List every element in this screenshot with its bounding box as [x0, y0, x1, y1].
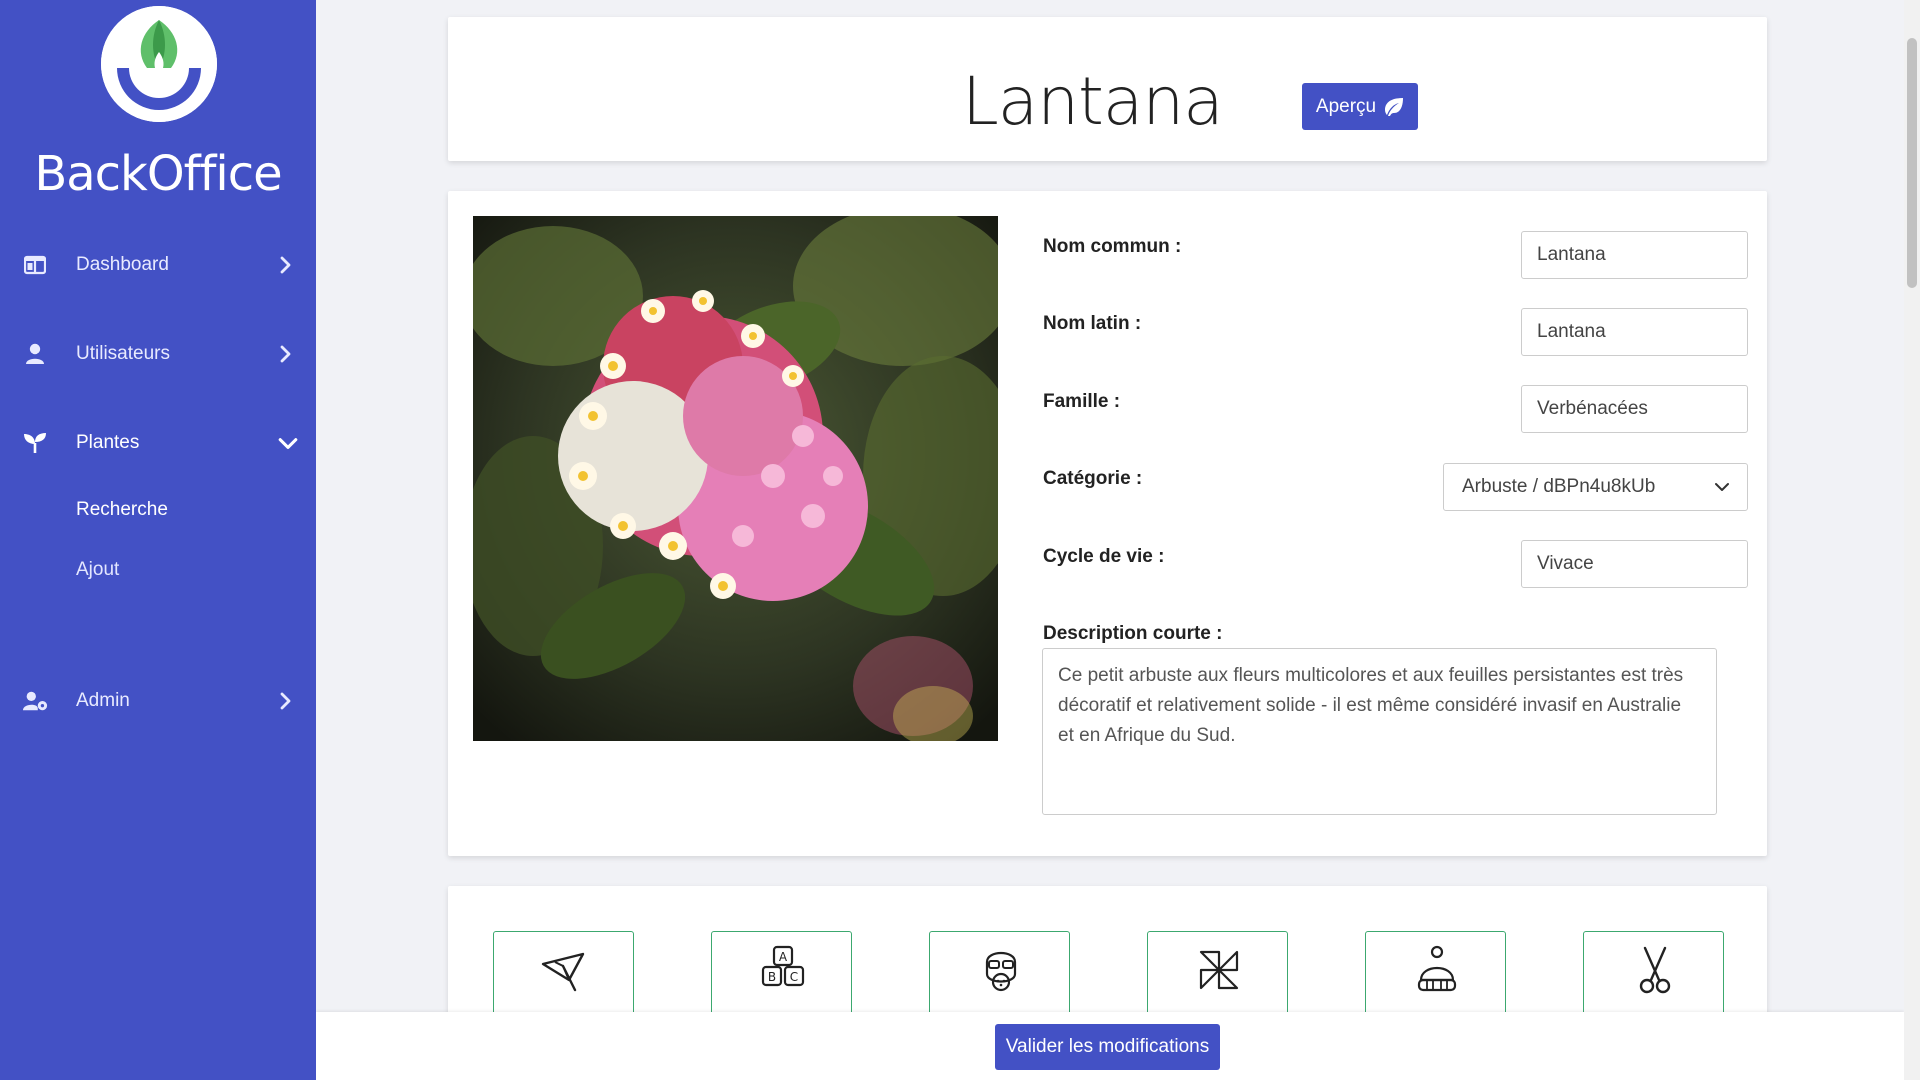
sidebar-subitem-ajout[interactable]: Ajout	[76, 559, 119, 581]
brand-logo	[101, 6, 217, 122]
famille-label: Famille :	[1043, 391, 1121, 412]
chevron-down-icon	[1715, 483, 1729, 491]
description-textarea[interactable]: Ce petit arbuste aux fleurs multicolores…	[1042, 648, 1717, 815]
brand-name: BackOffice	[34, 146, 282, 202]
sidebar-item-utilisateurs[interactable]: Utilisateurs	[0, 324, 316, 384]
sprout-icon	[22, 430, 48, 456]
main-content: Lantana Aperçu Nom commun: Lantana Nom …	[316, 0, 1904, 1080]
sidebar-item-dashboard[interactable]: Dashboard	[0, 235, 316, 295]
dashboard-icon	[22, 252, 48, 278]
apercu-button[interactable]: Aperçu	[1302, 83, 1418, 130]
sidebar-item-label: Plantes	[76, 432, 140, 453]
sidebar-item-label: Admin	[76, 690, 130, 711]
sidebar-item-label: Dashboard	[76, 254, 169, 275]
bottom-action-bar: Valider les modifications	[316, 1012, 1904, 1080]
leaf-icon	[1385, 97, 1404, 116]
description-label: Description courte :	[1043, 623, 1223, 644]
sidebar: BackOffice Dashboard Utilisateurs Plante…	[0, 0, 316, 1080]
cycle-input[interactable]	[1521, 540, 1748, 588]
admin-user-icon	[22, 688, 48, 714]
sidebar-item-label: Utilisateurs	[76, 343, 170, 364]
nom-commun-label: Nom commun :	[1043, 236, 1182, 257]
nom-latin-input[interactable]	[1521, 308, 1748, 356]
svg-text:C: C	[790, 970, 798, 984]
plant-form-card: Nom commun : Nom latin : Famille : Catég…	[448, 191, 1767, 856]
svg-text:A: A	[779, 950, 788, 964]
plant-photo	[473, 216, 998, 741]
chevron-right-icon	[280, 692, 291, 710]
famille-input[interactable]	[1521, 385, 1748, 433]
scrollbar-thumb[interactable]	[1907, 38, 1917, 288]
categorie-select-value: Arbuste / dBPn4u8kUb	[1462, 476, 1656, 497]
scrollbar[interactable]	[1904, 0, 1920, 1080]
pinwheel-icon	[1199, 950, 1239, 990]
cycle-label: Cycle de vie :	[1043, 546, 1165, 567]
sidebar-subitem-recherche[interactable]: Recherche	[76, 499, 168, 521]
abc-blocks-icon: AB C	[761, 945, 805, 987]
nom-latin-label: Nom latin :	[1043, 313, 1142, 334]
winter-hat-icon	[1417, 945, 1457, 992]
user-icon	[22, 341, 48, 367]
gas-mask-icon	[985, 951, 1017, 992]
sidebar-item-plantes[interactable]: Plantes	[0, 413, 316, 473]
chevron-right-icon	[280, 345, 291, 363]
save-button[interactable]: Valider les modifications	[995, 1024, 1220, 1070]
categorie-label: Catégorie :	[1043, 468, 1143, 489]
umbrella-icon	[541, 952, 585, 992]
page-title: Lantana	[962, 63, 1224, 140]
chevron-right-icon	[280, 256, 291, 274]
nom-commun-input[interactable]	[1521, 231, 1748, 279]
categorie-select[interactable]: Arbuste / dBPn4u8kUb	[1443, 463, 1748, 511]
apercu-button-label: Aperçu	[1315, 95, 1377, 117]
scissors-icon	[1639, 946, 1671, 994]
chevron-down-icon	[278, 438, 298, 449]
title-card: Lantana Aperçu	[448, 17, 1767, 161]
sidebar-item-admin[interactable]: Admin	[0, 671, 316, 731]
svg-text:B: B	[768, 970, 776, 984]
